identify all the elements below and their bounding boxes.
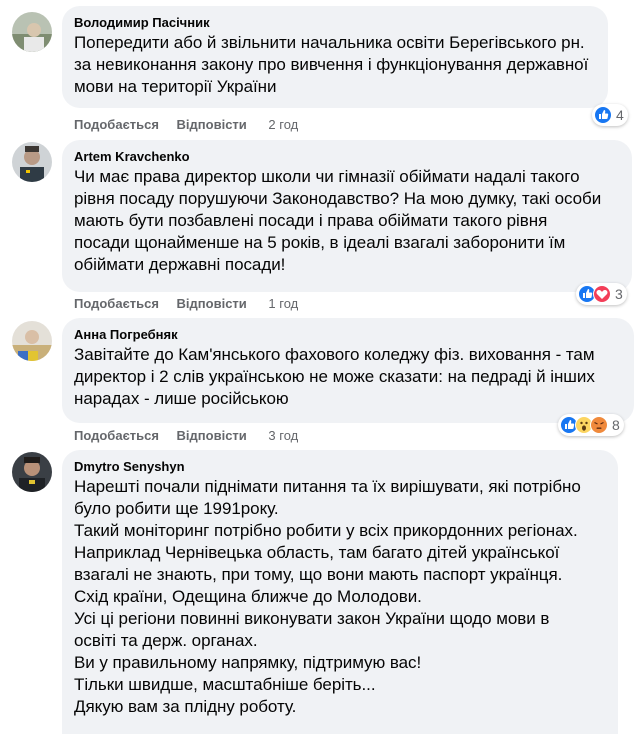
avatar[interactable] [12, 142, 52, 182]
avatar-image [12, 12, 52, 52]
timestamp[interactable]: 2 год [268, 117, 298, 132]
comment-bubble: Artem Kravchenko Чи має права директор ш… [62, 140, 632, 292]
reaction-count: 8 [612, 417, 620, 433]
comment-author[interactable]: Володимир Пасічник [74, 14, 596, 31]
comment-line: освіті та держ. органах. [74, 631, 258, 650]
comment-line: мають бути позбавлені посади і права обі… [74, 211, 548, 230]
reaction-count: 4 [616, 107, 624, 123]
like-button[interactable]: Подобається [74, 117, 159, 132]
comment-line: Дякую вам за плідну роботу. [74, 697, 297, 716]
comment-line: Нарешті почали піднімати питання та їх в… [74, 477, 581, 496]
comment-line: Усі ці регіони повинні виконувати закон … [74, 609, 550, 628]
avatar-image [12, 452, 52, 492]
avatar[interactable] [12, 321, 52, 361]
reply-button[interactable]: Відповісти [177, 428, 247, 443]
avatar-image [12, 321, 52, 361]
avatar[interactable] [12, 12, 52, 52]
comment-text: Нарешті почали піднімати питання та їх в… [74, 476, 606, 718]
reaction-summary[interactable]: 3 [576, 283, 627, 305]
comment-line: директор і 2 слів українською не може ск… [74, 367, 595, 386]
comment-bubble: Dmytro Senyshyn Нарешті почали піднімати… [62, 450, 618, 734]
comment-line: обіймати державні посади! [74, 255, 286, 274]
comment-bubble: Володимир Пасічник Попередити або й звіл… [62, 6, 608, 108]
comment-line: Наприклад Чернівецька область, там багат… [74, 543, 560, 562]
reply-button[interactable]: Відповісти [177, 296, 247, 311]
comment-author[interactable]: Artem Kravchenko [74, 148, 620, 165]
comment-text: Завітайте до Кам'янського фахового колед… [74, 344, 622, 410]
comment-line: за невиконання закону про вивчення і фун… [74, 55, 589, 74]
comment-line: Попередити або й звільнити начальника ос… [74, 33, 585, 52]
comment-line: було робити ще 1991року. [74, 499, 279, 518]
timestamp[interactable]: 1 год [268, 296, 298, 311]
comment-text: Чи має права директор школи чи гімназії … [74, 166, 620, 276]
comment-text: Попередити або й звільнити начальника ос… [74, 32, 596, 98]
like-button[interactable]: Подобається [74, 296, 159, 311]
reaction-summary[interactable]: 8 [558, 414, 624, 436]
love-icon [593, 285, 611, 303]
avatar-image [12, 142, 52, 182]
comment-line: Ви у правильному напрямку, підтримую вас… [74, 653, 422, 672]
comment-line: Тільки швидше, масштабніше беріть... [74, 675, 376, 694]
comment-actions: Подобається Відповісти 1 год [74, 296, 312, 312]
reaction-count: 3 [615, 286, 623, 302]
comment-line: Схід країни, Одещина ближче до Молодови. [74, 587, 422, 606]
comment-line: нарадах - лише російською [74, 389, 289, 408]
comment-line: Чи має права директор школи чи гімназії … [74, 167, 580, 186]
comment-line: Завітайте до Кам'янського фахового колед… [74, 345, 595, 364]
comment-author[interactable]: Dmytro Senyshyn [74, 458, 606, 475]
avatar[interactable] [12, 452, 52, 492]
comment-actions: Подобається Відповісти 3 год [74, 428, 312, 444]
comment-line: мови на території України [74, 77, 277, 96]
comment-actions: Подобається Відповісти 2 год [74, 117, 312, 133]
comment-bubble: Анна Погребняк Завітайте до Кам'янського… [62, 318, 634, 423]
comment-line: посади щонайменше на 5 років, в ідеалі в… [74, 233, 566, 252]
comment-line: Такий моніторинг потрібно робити у всіх … [74, 521, 578, 540]
reply-button[interactable]: Відповісти [177, 117, 247, 132]
comment-author[interactable]: Анна Погребняк [74, 326, 622, 343]
timestamp[interactable]: 3 год [268, 428, 298, 443]
angry-icon [590, 416, 608, 434]
reaction-summary[interactable]: 4 [592, 104, 628, 126]
comment-line: взагалі не знають, при тому, що вони маю… [74, 565, 563, 584]
like-button[interactable]: Подобається [74, 428, 159, 443]
comment-line: рівня посаду порушуючи Законодавство? На… [74, 189, 602, 208]
like-icon [594, 106, 612, 124]
